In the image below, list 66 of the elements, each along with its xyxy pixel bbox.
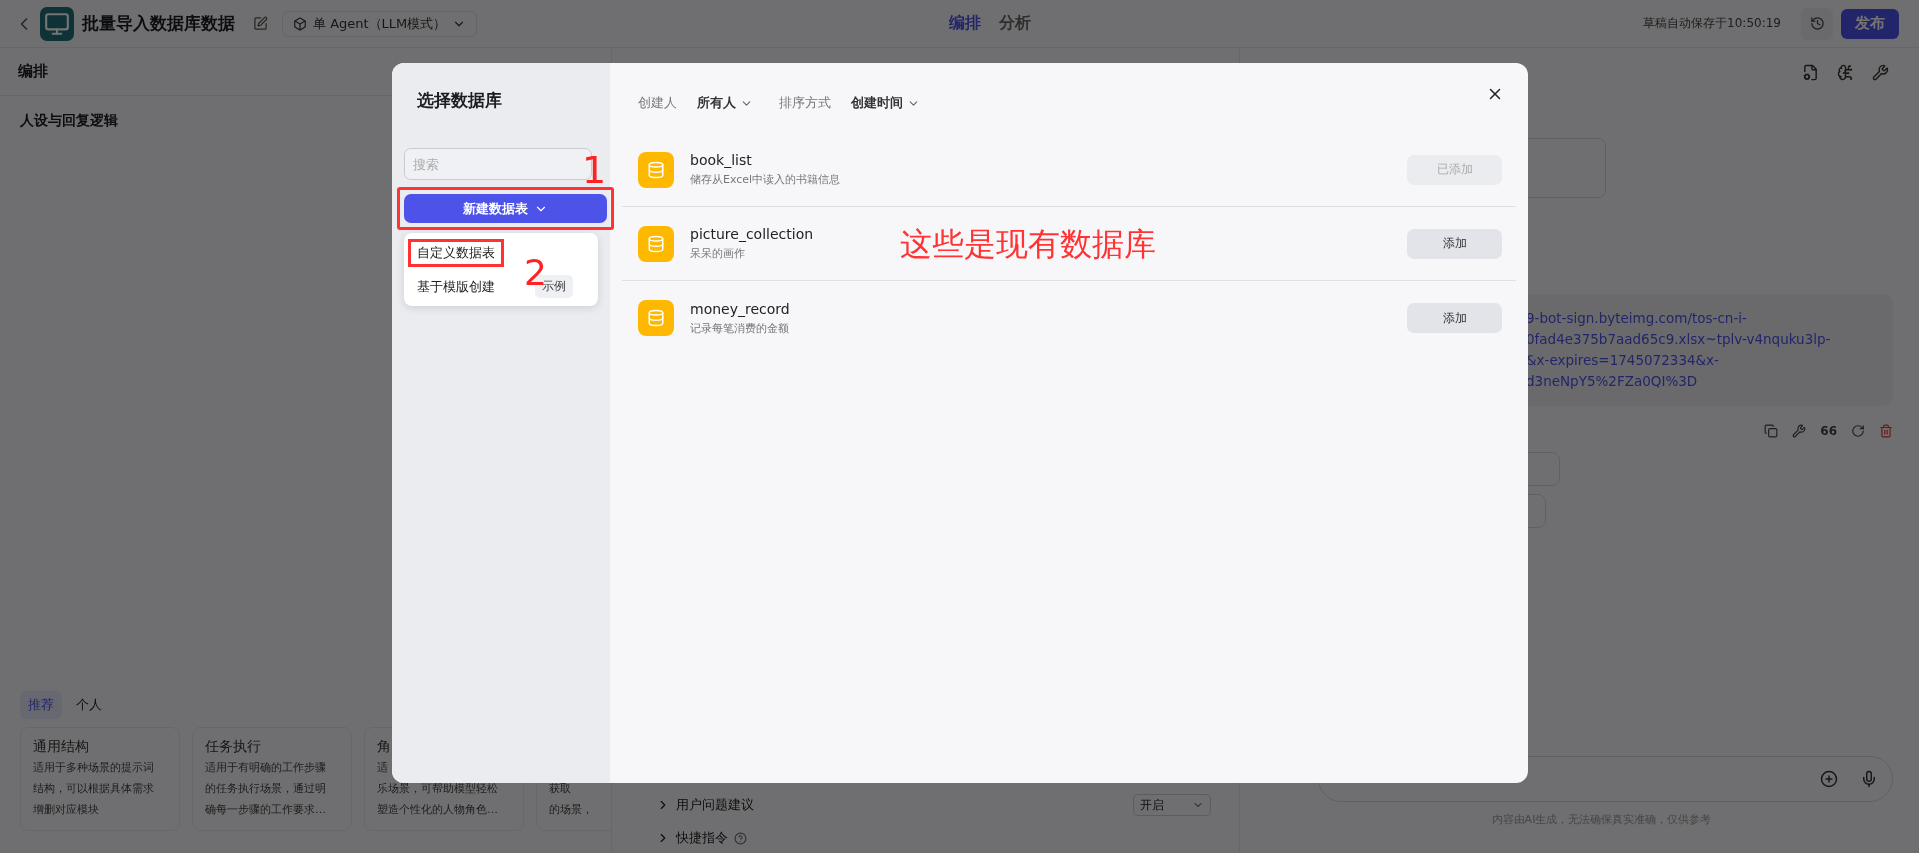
- section-title: 人设与回复逻辑: [20, 112, 119, 130]
- setting-label: 用户问题建议: [676, 796, 754, 814]
- database-description: 记录每笔消费的金额: [690, 320, 790, 336]
- card-description: 结构，可以根据具体需求: [33, 781, 154, 797]
- quote-button[interactable]: 66: [1820, 424, 1837, 438]
- help-icon: [734, 831, 747, 845]
- panel-title: 编排: [18, 62, 48, 81]
- card-description: 增删对应模块: [33, 802, 99, 818]
- card-description: 适用于多种场景的提示词: [33, 760, 154, 776]
- filter-label: 排序方式: [779, 94, 831, 112]
- wrench-icon[interactable]: [1872, 63, 1889, 81]
- card-description: 适: [377, 760, 388, 776]
- database-description: 储存从Excel中读入的书籍信息: [690, 172, 842, 187]
- add-icon[interactable]: [1820, 770, 1838, 788]
- filter-label: 创建人: [638, 94, 677, 112]
- template-tab[interactable]: 个人: [68, 691, 110, 719]
- edit-icon[interactable]: [253, 16, 268, 31]
- annotation-text: 这些是现有数据库: [900, 224, 1156, 265]
- card-description: 获取: [549, 781, 571, 797]
- delete-icon[interactable]: [1879, 424, 1893, 438]
- card-title: 通用结构: [33, 738, 90, 756]
- database-description: 呆呆的画作: [690, 246, 746, 261]
- template-tab[interactable]: 推荐: [20, 691, 62, 719]
- filter-dropdown[interactable]: 创建时间: [851, 94, 920, 112]
- card-description: 适用于有明确的工作步骤: [205, 760, 326, 776]
- setting-select[interactable]: 开启: [1133, 794, 1211, 816]
- database-icon: [638, 300, 674, 336]
- filter-dropdown[interactable]: 所有人: [697, 94, 753, 112]
- card-title: 角: [377, 738, 392, 756]
- card-description: 乐场景，可帮助模型轻松: [377, 781, 498, 797]
- database-name: book_list: [690, 152, 753, 168]
- add-button[interactable]: 添加: [1407, 228, 1502, 259]
- database-name: picture_collection: [690, 226, 815, 242]
- box-icon: [293, 16, 307, 31]
- history-button[interactable]: [1801, 7, 1833, 40]
- mode-selector[interactable]: 单 Agent（LLM模式）: [282, 10, 478, 37]
- database-icon: [638, 151, 674, 188]
- brain-icon[interactable]: [1837, 63, 1854, 81]
- message-link[interactable]: &x-expires=1745072334&x-: [1526, 350, 1877, 371]
- database-name: money_record: [690, 300, 791, 317]
- card-title: 任务执行: [205, 738, 262, 756]
- app-logo-icon: [40, 6, 74, 41]
- wrench-icon[interactable]: [1792, 424, 1807, 438]
- copy-icon[interactable]: [1764, 424, 1779, 438]
- refresh-icon[interactable]: [1851, 424, 1865, 438]
- autosave-status: 草稿自动保存于10:50:19: [1643, 15, 1781, 32]
- card-description: 的任务执行场景，通过明: [205, 781, 326, 797]
- view-tab[interactable]: 编排: [949, 13, 982, 34]
- card-description: 塑造个性化的人物角色…: [377, 802, 498, 818]
- message-link[interactable]: 9-bot-sign.byteimg.com/tos-cn-i-: [1526, 308, 1877, 329]
- create-table-button[interactable]: 新建数据表: [404, 194, 607, 223]
- add-button[interactable]: 添加: [1407, 303, 1502, 333]
- message-link[interactable]: 0fad4e375b7aad65c9.xlsx~tplv-v4nquku3lp-: [1526, 329, 1877, 350]
- microphone-icon[interactable]: [1860, 770, 1878, 788]
- template-card[interactable]: 通用结构 适用于多种场景的提示词 结构，可以根据具体需求 增删对应模块: [20, 727, 180, 831]
- card-description: 的场景，: [549, 802, 593, 818]
- dialog-title: 选择数据库: [417, 89, 503, 112]
- view-tab[interactable]: 分析: [999, 13, 1032, 34]
- database-icon: [638, 225, 674, 262]
- app-title: 批量导入数据库数据: [82, 12, 235, 35]
- setting-label: 快捷指令: [676, 829, 728, 847]
- menu-item[interactable]: 自定义数据表: [408, 239, 504, 267]
- publish-button[interactable]: 发布: [1841, 8, 1899, 39]
- document-settings-icon[interactable]: [1802, 63, 1819, 81]
- message-link[interactable]: d3neNpY5%2FZa0QI%3D: [1526, 371, 1877, 392]
- history-icon: [1809, 16, 1825, 31]
